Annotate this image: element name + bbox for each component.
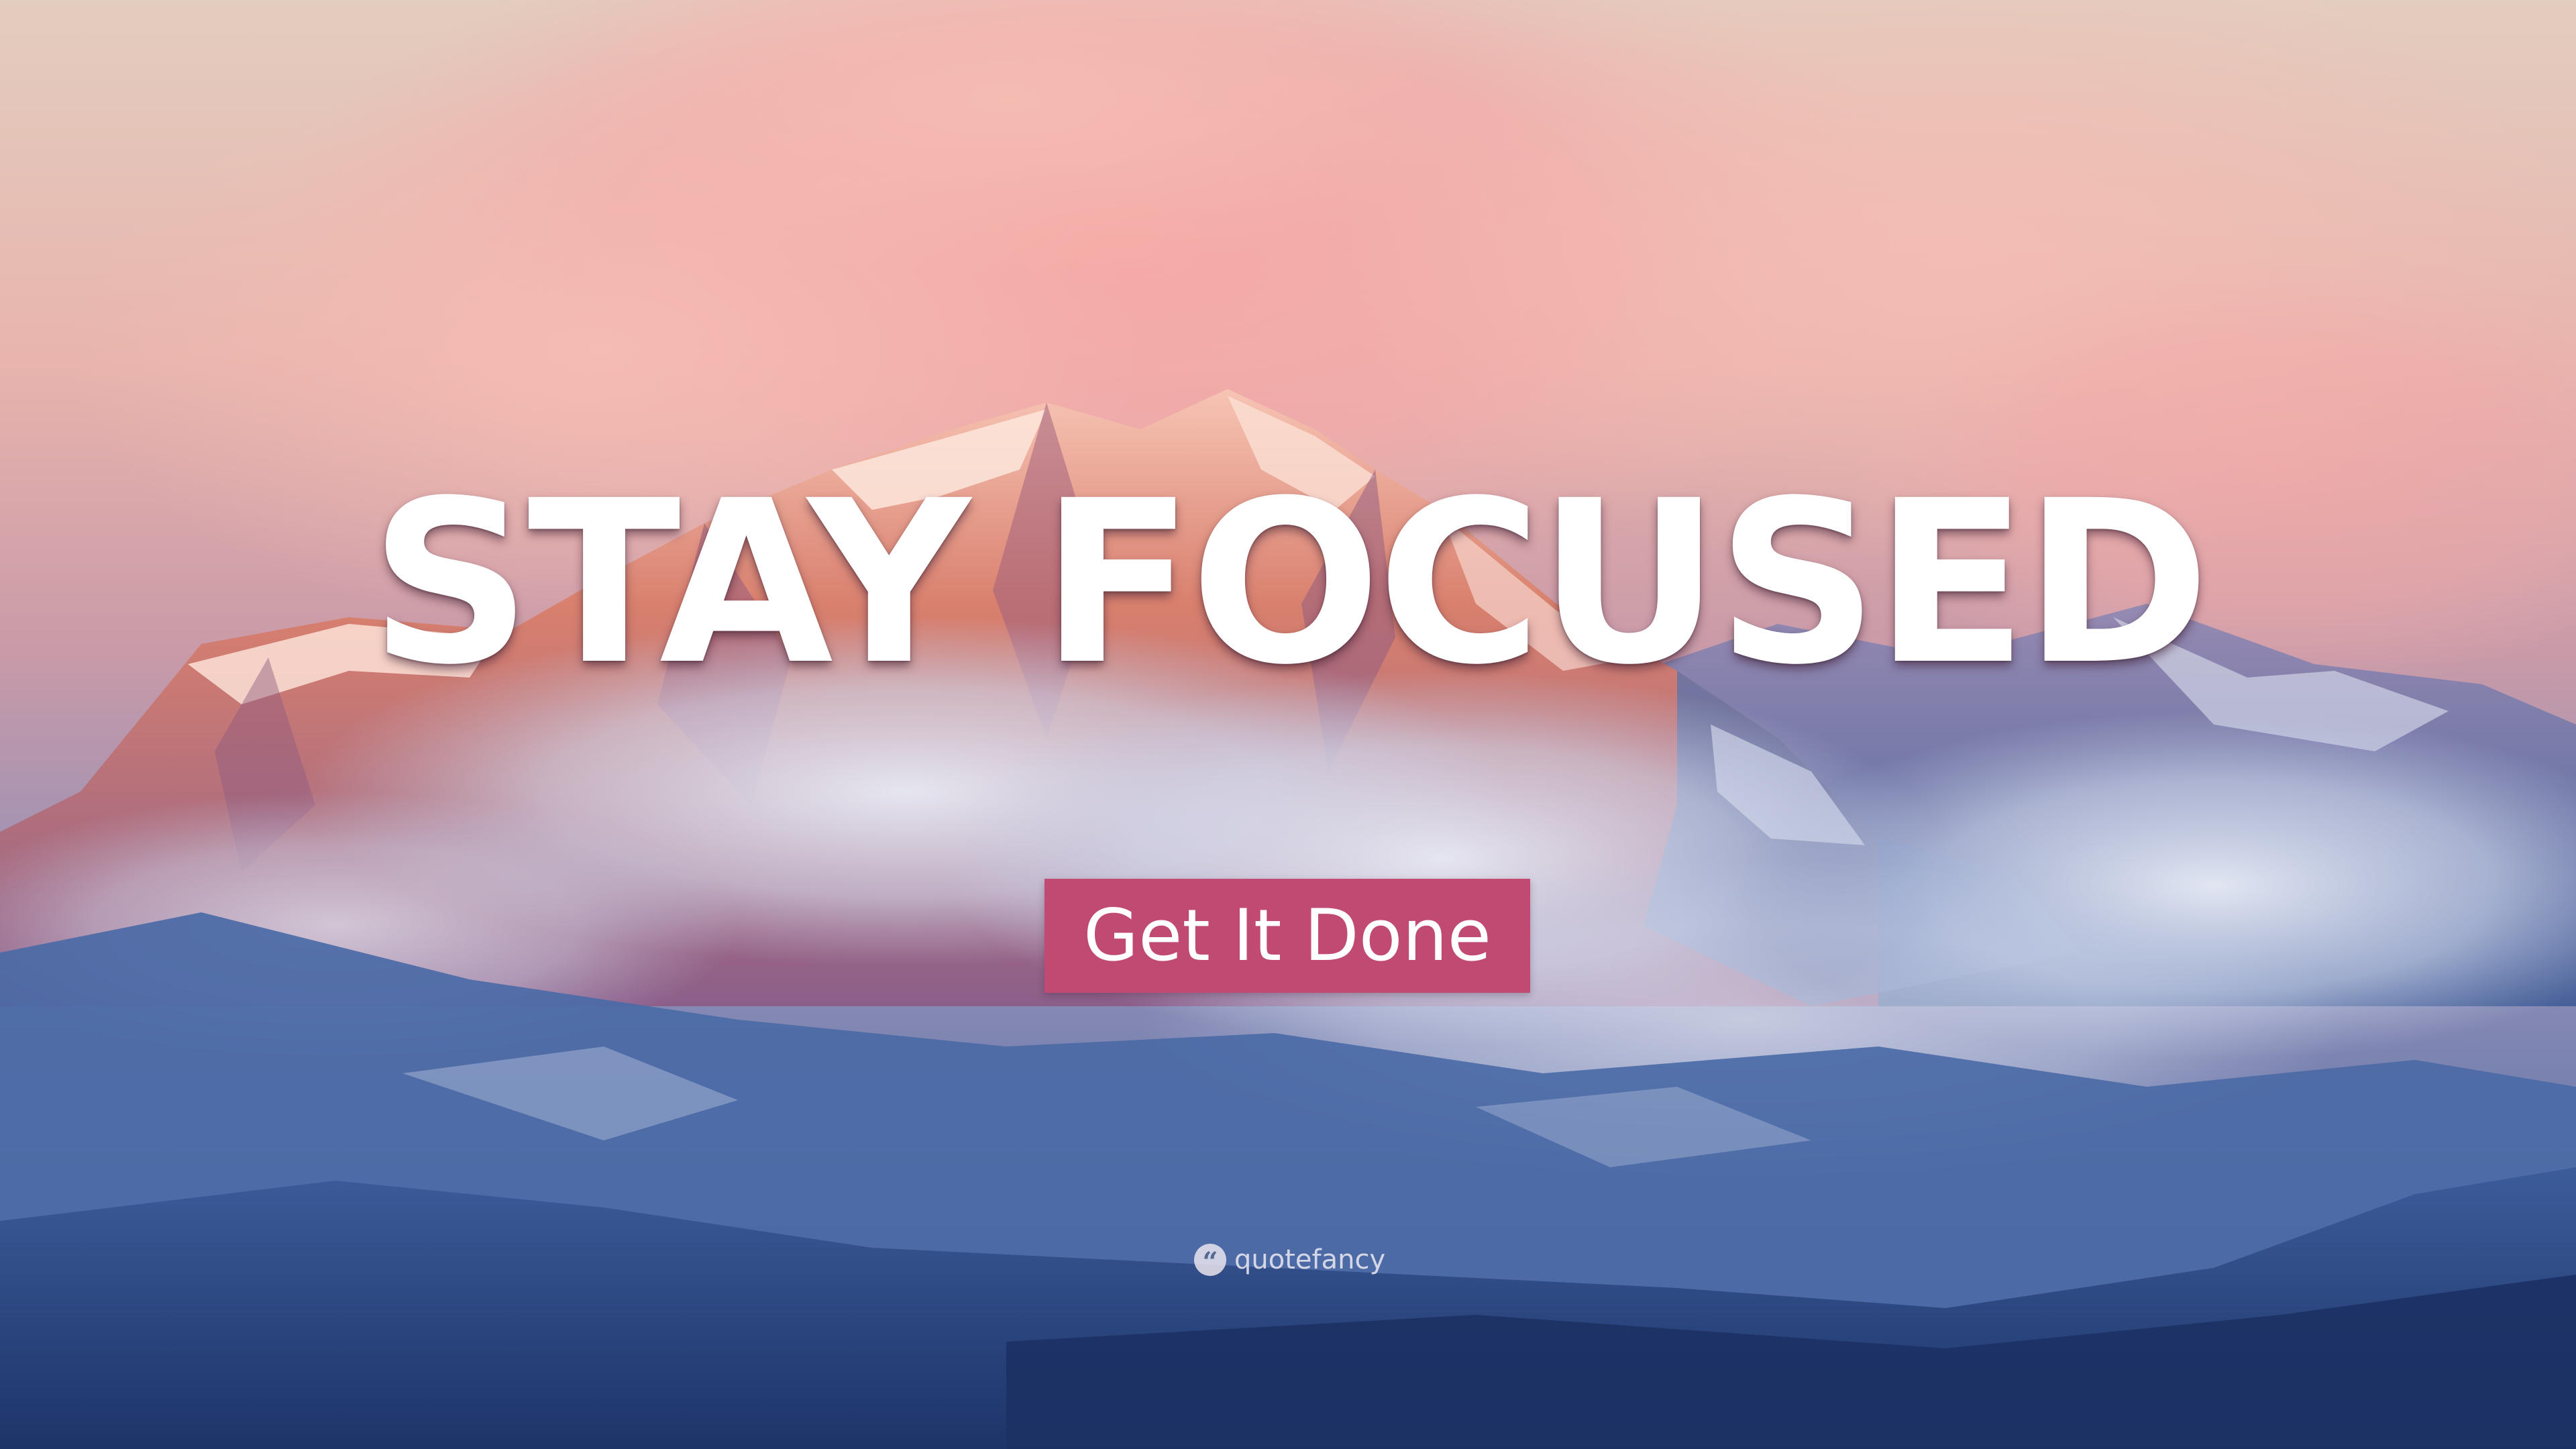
mountain-background-image — [0, 0, 2576, 1449]
quote-marks-icon: “ — [1194, 1244, 1226, 1276]
quote-text: STAY FOCUSED — [370, 453, 2210, 714]
author-badge: Get It Done — [1044, 879, 1530, 993]
brand-watermark: “ quotefancy — [1194, 1241, 1395, 1279]
wallpaper: STAY FOCUSED Get It Done “ quotefancy — [0, 0, 2576, 1449]
brand-name: quotefancy — [1234, 1244, 1386, 1275]
